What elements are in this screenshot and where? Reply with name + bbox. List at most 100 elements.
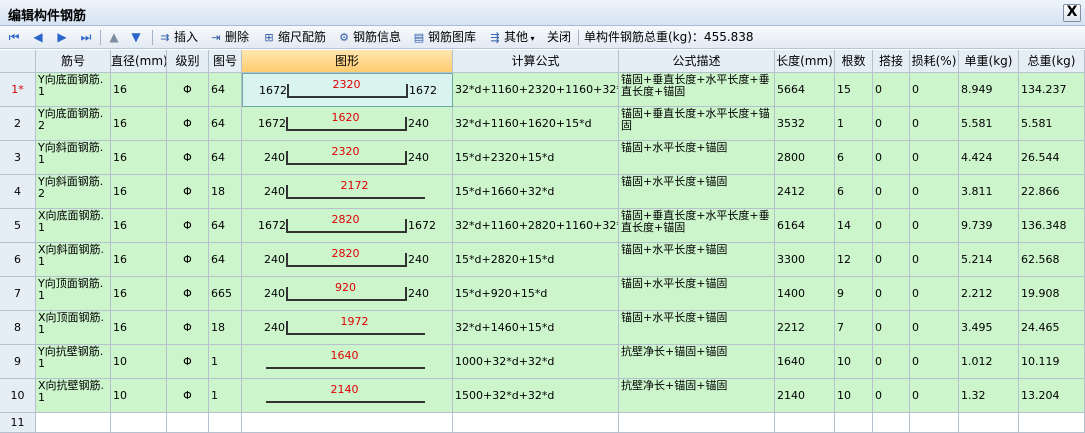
cell-name[interactable]: Y向顶面钢筋.1 xyxy=(36,277,111,311)
cell-lap[interactable]: 0 xyxy=(873,345,910,379)
cell-shape[interactable]: 1640 xyxy=(242,345,453,379)
cell-len[interactable]: 2212 xyxy=(775,311,835,345)
cell-desc[interactable]: 抗壁净长+锚固+锚固 xyxy=(619,345,775,379)
cell-len[interactable]: 3532 xyxy=(775,107,835,141)
cell-shape[interactable]: 240 1972 xyxy=(242,311,453,345)
cell-name[interactable]: Y向斜面钢筋.2 xyxy=(36,175,111,209)
cell-desc[interactable]: 锚固+水平长度+锚固 xyxy=(619,277,775,311)
cell-loss[interactable]: 0 xyxy=(910,243,959,277)
empty-cell[interactable] xyxy=(209,413,242,433)
column-header-fig[interactable]: 图号 xyxy=(209,50,242,73)
cell-count[interactable]: 6 xyxy=(835,141,873,175)
cell-dia[interactable]: 16 xyxy=(111,277,167,311)
cell-loss[interactable]: 0 xyxy=(910,73,959,107)
cell-unit_wt[interactable]: 3.811 xyxy=(959,175,1019,209)
cell-formula[interactable]: 32*d+1160+1620+15*d xyxy=(453,107,619,141)
cell-formula[interactable]: 1000+32*d+32*d xyxy=(453,345,619,379)
prev-record-icon[interactable]: ◀ xyxy=(30,29,46,46)
cell-lap[interactable]: 0 xyxy=(873,209,910,243)
cell-shape[interactable]: 240 240 920 xyxy=(242,277,453,311)
cell-len[interactable]: 6164 xyxy=(775,209,835,243)
cell-name[interactable]: X向底面钢筋.1 xyxy=(36,209,111,243)
cell-total_wt[interactable]: 24.465 xyxy=(1019,311,1085,345)
cell-len[interactable]: 2412 xyxy=(775,175,835,209)
cell-grade[interactable]: Φ xyxy=(167,107,209,141)
close-button[interactable]: 关闭 xyxy=(547,29,571,46)
cell-dia[interactable]: 16 xyxy=(111,141,167,175)
cell-formula[interactable]: 32*d+1460+15*d xyxy=(453,311,619,345)
cell-len[interactable]: 2800 xyxy=(775,141,835,175)
cell-name[interactable]: Y向底面钢筋.2 xyxy=(36,107,111,141)
rebar-info-button[interactable]: ⚙ 钢筋信息 xyxy=(337,29,401,46)
cell-len[interactable]: 5664 xyxy=(775,73,835,107)
cell-dia[interactable]: 16 xyxy=(111,243,167,277)
cell-formula[interactable]: 1500+32*d+32*d xyxy=(453,379,619,413)
first-record-icon[interactable]: ⏮ xyxy=(6,29,22,46)
cell-grade[interactable]: Φ xyxy=(167,311,209,345)
empty-cell[interactable] xyxy=(873,413,910,433)
cell-shape[interactable]: 1672 240 1620 xyxy=(242,107,453,141)
cell-total_wt[interactable]: 136.348 xyxy=(1019,209,1085,243)
cell-lap[interactable]: 0 xyxy=(873,141,910,175)
cell-count[interactable]: 15 xyxy=(835,73,873,107)
cell-shape[interactable]: 1672 1672 2820 xyxy=(242,209,453,243)
cell-unit_wt[interactable]: 9.739 xyxy=(959,209,1019,243)
cell-desc[interactable]: 锚固+垂直长度+水平长度+垂直长度+锚固 xyxy=(619,73,775,107)
scale-rebar-button[interactable]: ⊞ 缩尺配筋 xyxy=(262,29,326,46)
column-header-grade[interactable]: 级别 xyxy=(167,50,209,73)
column-header-formula[interactable]: 计算公式 xyxy=(453,50,619,73)
column-header-len[interactable]: 长度(mm) xyxy=(775,50,835,73)
cell-name[interactable]: X向斜面钢筋.1 xyxy=(36,243,111,277)
cell-total_wt[interactable]: 13.204 xyxy=(1019,379,1085,413)
empty-cell[interactable] xyxy=(619,413,775,433)
empty-cell[interactable] xyxy=(775,413,835,433)
cell-formula[interactable]: 15*d+2320+15*d xyxy=(453,141,619,175)
cell-lap[interactable]: 0 xyxy=(873,175,910,209)
cell-loss[interactable]: 0 xyxy=(910,379,959,413)
cell-desc[interactable]: 锚固+水平长度+锚固 xyxy=(619,175,775,209)
delete-button[interactable]: ⇥ 删除 xyxy=(209,29,249,46)
cell-name[interactable]: X向顶面钢筋.1 xyxy=(36,311,111,345)
cell-fig[interactable]: 64 xyxy=(209,107,242,141)
cell-shape[interactable]: 240 240 2320 xyxy=(242,141,453,175)
cell-formula[interactable]: 15*d+920+15*d xyxy=(453,277,619,311)
empty-cell[interactable] xyxy=(111,413,167,433)
empty-cell[interactable] xyxy=(910,413,959,433)
cell-total_wt[interactable]: 5.581 xyxy=(1019,107,1085,141)
cell-formula[interactable]: 15*d+1660+32*d xyxy=(453,175,619,209)
other-dropdown[interactable]: ⇶ 其他 ▾ xyxy=(488,29,534,46)
cell-fig[interactable]: 18 xyxy=(209,311,242,345)
cell-count[interactable]: 10 xyxy=(835,379,873,413)
column-header-count[interactable]: 根数 xyxy=(835,50,873,73)
cell-loss[interactable]: 0 xyxy=(910,209,959,243)
cell-name[interactable]: Y向底面钢筋.1 xyxy=(36,73,111,107)
cell-grade[interactable]: Φ xyxy=(167,73,209,107)
cell-unit_wt[interactable]: 2.212 xyxy=(959,277,1019,311)
cell-shape[interactable]: 240 2172 xyxy=(242,175,453,209)
cell-lap[interactable]: 0 xyxy=(873,379,910,413)
cell-unit_wt[interactable]: 3.495 xyxy=(959,311,1019,345)
column-header-name[interactable]: 筋号 xyxy=(36,50,111,73)
next-record-icon[interactable]: ▶ xyxy=(54,29,70,46)
cell-fig[interactable]: 18 xyxy=(209,175,242,209)
column-header-loss[interactable]: 损耗(%) xyxy=(910,50,959,73)
cell-total_wt[interactable]: 62.568 xyxy=(1019,243,1085,277)
cell-count[interactable]: 6 xyxy=(835,175,873,209)
cell-fig[interactable]: 64 xyxy=(209,141,242,175)
cell-unit_wt[interactable]: 4.424 xyxy=(959,141,1019,175)
cell-loss[interactable]: 0 xyxy=(910,345,959,379)
cell-fig[interactable]: 665 xyxy=(209,277,242,311)
cell-fig[interactable]: 64 xyxy=(209,73,242,107)
column-header-lap[interactable]: 搭接 xyxy=(873,50,910,73)
column-header-dia[interactable]: 直径(mm) xyxy=(111,50,167,73)
cell-fig[interactable]: 1 xyxy=(209,345,242,379)
cell-unit_wt[interactable]: 5.581 xyxy=(959,107,1019,141)
cell-fig[interactable]: 1 xyxy=(209,379,242,413)
cell-lap[interactable]: 0 xyxy=(873,311,910,345)
cell-fig[interactable]: 64 xyxy=(209,243,242,277)
cell-dia[interactable]: 16 xyxy=(111,73,167,107)
cell-shape[interactable]: 1672 1672 2320 xyxy=(242,73,453,107)
cell-fig[interactable]: 64 xyxy=(209,209,242,243)
cell-grade[interactable]: Φ xyxy=(167,141,209,175)
cell-len[interactable]: 2140 xyxy=(775,379,835,413)
